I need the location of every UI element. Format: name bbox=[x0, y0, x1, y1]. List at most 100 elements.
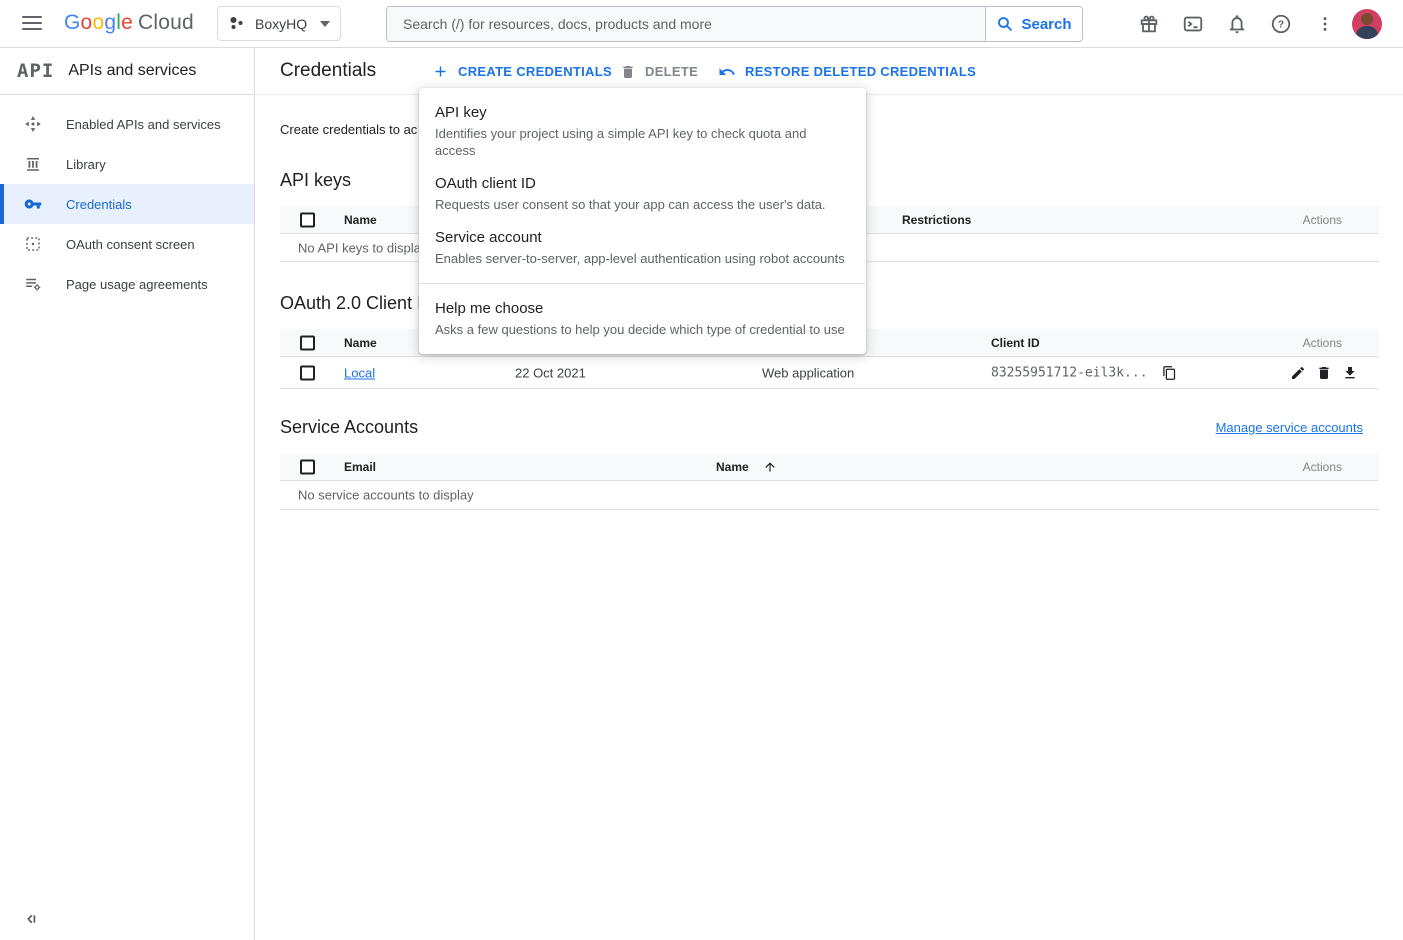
oauth-consent-icon bbox=[24, 235, 42, 253]
project-selector[interactable]: BoxyHQ bbox=[217, 6, 341, 41]
menu-item-description: Requests user consent so that your app c… bbox=[435, 196, 850, 213]
service-accounts-empty-text: No service accounts to display bbox=[298, 488, 474, 503]
google-logo-word: Google bbox=[64, 11, 133, 34]
search-button-label: Search bbox=[1021, 16, 1071, 33]
create-credentials-menu: API key Identifies your project using a … bbox=[419, 88, 866, 354]
select-all-checkbox[interactable] bbox=[300, 335, 315, 350]
more-vert-icon[interactable] bbox=[1313, 12, 1337, 36]
cloud-shell-icon[interactable] bbox=[1181, 12, 1205, 36]
svg-text:?: ? bbox=[1278, 20, 1284, 31]
column-header-actions: Actions bbox=[1303, 460, 1342, 474]
menu-divider bbox=[419, 283, 866, 284]
menu-item-title: OAuth client ID bbox=[435, 173, 850, 194]
sidebar-item-label: Enabled APIs and services bbox=[66, 117, 221, 132]
page-usage-icon bbox=[24, 275, 42, 293]
delete-icon[interactable] bbox=[1316, 365, 1332, 381]
trash-icon bbox=[620, 64, 636, 80]
cloud-logo-word: Cloud bbox=[138, 11, 194, 34]
column-header-actions: Actions bbox=[1303, 336, 1342, 350]
service-accounts-heading: Service Accounts bbox=[280, 417, 418, 438]
page-title: Credentials bbox=[280, 60, 376, 82]
column-header-name[interactable]: Name bbox=[716, 460, 777, 474]
copy-icon[interactable] bbox=[1162, 365, 1177, 380]
column-header-actions: Actions bbox=[1303, 213, 1342, 227]
sidebar-item-page-usage[interactable]: Page usage agreements bbox=[0, 264, 254, 304]
column-header-name[interactable]: Name bbox=[344, 336, 377, 350]
key-icon bbox=[24, 195, 42, 213]
google-cloud-console: GoogleCloud BoxyHQ Search bbox=[0, 0, 1403, 940]
top-bar: GoogleCloud BoxyHQ Search bbox=[0, 0, 1403, 48]
sidebar-item-enabled-apis[interactable]: Enabled APIs and services bbox=[0, 104, 254, 144]
sort-asc-icon bbox=[763, 460, 777, 474]
menu-item-title: Help me choose bbox=[435, 298, 850, 319]
menu-icon[interactable] bbox=[22, 16, 42, 30]
menu-item-description: Enables server-to-server, app-level auth… bbox=[435, 250, 850, 267]
restore-label: RESTORE DELETED CREDENTIALS bbox=[745, 64, 976, 79]
api-keys-empty-text: No API keys to displa bbox=[298, 240, 421, 255]
search-input[interactable] bbox=[387, 16, 985, 32]
gift-icon[interactable] bbox=[1137, 12, 1161, 36]
table-row: Local 22 Oct 2021 Web application 832559… bbox=[280, 357, 1379, 389]
menu-item-description: Asks a few questions to help you decide … bbox=[435, 321, 850, 338]
enabled-apis-icon bbox=[24, 115, 42, 133]
menu-item-oauth-client-id[interactable]: OAuth client ID Requests user consent so… bbox=[419, 167, 866, 221]
sidebar-item-label: Credentials bbox=[66, 197, 132, 212]
notifications-icon[interactable] bbox=[1225, 12, 1249, 36]
name-label: Name bbox=[716, 460, 749, 474]
type-value: Web application bbox=[762, 365, 854, 380]
search-icon bbox=[996, 15, 1014, 33]
creation-date-value: 22 Oct 2021 bbox=[515, 365, 586, 380]
menu-item-help-me-choose[interactable]: Help me choose Asks a few questions to h… bbox=[419, 292, 866, 346]
sidebar-item-label: Page usage agreements bbox=[66, 277, 208, 292]
sidebar-header: API APIs and services bbox=[0, 48, 254, 95]
avatar[interactable] bbox=[1352, 9, 1382, 39]
api-keys-heading: API keys bbox=[280, 170, 351, 191]
sidebar-item-library[interactable]: Library bbox=[0, 144, 254, 184]
menu-item-title: Service account bbox=[435, 227, 850, 248]
menu-item-service-account[interactable]: Service account Enables server-to-server… bbox=[419, 221, 866, 275]
delete-label: DELETE bbox=[645, 64, 698, 79]
select-all-checkbox[interactable] bbox=[300, 459, 315, 474]
sidebar-item-oauth-consent[interactable]: OAuth consent screen bbox=[0, 224, 254, 264]
select-all-checkbox[interactable] bbox=[300, 212, 315, 227]
library-icon bbox=[24, 155, 42, 173]
download-icon[interactable] bbox=[1342, 365, 1358, 381]
sidebar-items: Enabled APIs and services Library Creden… bbox=[0, 95, 254, 304]
help-icon[interactable]: ? bbox=[1269, 12, 1293, 36]
column-header-client-id[interactable]: Client ID bbox=[991, 336, 1040, 350]
menu-item-title: API key bbox=[435, 102, 850, 123]
restore-icon bbox=[718, 63, 736, 81]
collapse-sidebar-icon[interactable] bbox=[22, 910, 40, 928]
google-cloud-logo[interactable]: GoogleCloud bbox=[64, 11, 194, 35]
oauth-client-link[interactable]: Local bbox=[344, 365, 375, 380]
service-accounts-empty-row: No service accounts to display bbox=[280, 481, 1379, 510]
sidebar: API APIs and services Enabled APIs and s… bbox=[0, 48, 255, 940]
search-button[interactable]: Search bbox=[985, 7, 1082, 41]
column-header-email[interactable]: Email bbox=[344, 460, 376, 474]
api-logo: API bbox=[17, 60, 54, 82]
intro-text: Create credentials to ac bbox=[280, 122, 417, 137]
sidebar-item-label: OAuth consent screen bbox=[66, 237, 195, 252]
manage-service-accounts-link[interactable]: Manage service accounts bbox=[1216, 420, 1363, 435]
sidebar-item-label: Library bbox=[66, 157, 106, 172]
plus-icon bbox=[432, 63, 449, 80]
oauth-clients-heading: OAuth 2.0 Client I bbox=[280, 293, 422, 314]
search-bar: Search bbox=[386, 6, 1083, 42]
chevron-down-icon bbox=[320, 21, 330, 32]
sidebar-title: APIs and services bbox=[68, 62, 196, 80]
menu-item-description: Identifies your project using a simple A… bbox=[435, 125, 850, 159]
service-accounts-table: Email Name Actions No service accounts t… bbox=[280, 453, 1379, 510]
menu-item-api-key[interactable]: API key Identifies your project using a … bbox=[419, 96, 866, 167]
create-credentials-label: CREATE CREDENTIALS bbox=[458, 64, 612, 79]
service-accounts-header-row: Email Name Actions bbox=[280, 453, 1379, 481]
row-checkbox[interactable] bbox=[300, 365, 315, 380]
project-icon bbox=[228, 15, 246, 33]
search-input-wrap bbox=[387, 7, 985, 41]
column-header-restrictions[interactable]: Restrictions bbox=[902, 213, 971, 227]
row-actions bbox=[1290, 365, 1358, 381]
project-name: BoxyHQ bbox=[255, 16, 311, 32]
sidebar-item-credentials[interactable]: Credentials bbox=[0, 184, 254, 224]
edit-icon[interactable] bbox=[1290, 365, 1306, 381]
column-header-name[interactable]: Name bbox=[344, 213, 377, 227]
client-id-value: 83255951712-eil3k... bbox=[991, 365, 1148, 380]
